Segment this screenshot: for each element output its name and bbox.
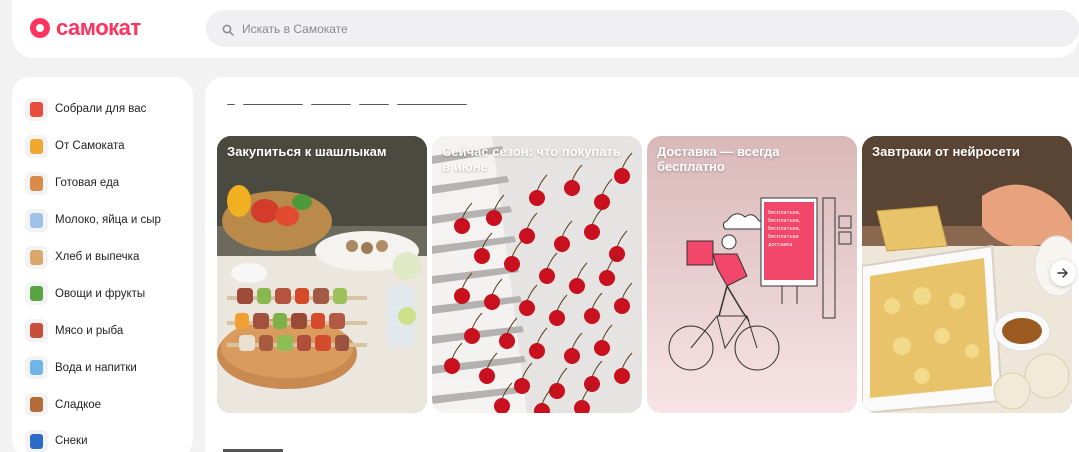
- sidebar-item-label: Снеки: [55, 435, 88, 448]
- sidebar-item[interactable]: Сладкое: [12, 386, 193, 423]
- carousel-next-button[interactable]: [1050, 260, 1076, 286]
- ready-meal-icon: [25, 171, 48, 195]
- bbq-image: [217, 136, 427, 413]
- snacks-icon: [25, 429, 48, 452]
- sidebar-item[interactable]: Готовая еда: [12, 165, 193, 202]
- section-heading-cut-bottom: [223, 445, 293, 452]
- sidebar-item-label: Готовая еда: [55, 177, 120, 190]
- sidebar-item[interactable]: Собрали для вас: [12, 91, 193, 128]
- section-heading-cut: [227, 95, 477, 105]
- story-title: Доставка — всегда бесплатно: [657, 144, 780, 174]
- sidebar-item-label: Хлеб и выпечка: [55, 251, 140, 263]
- meat-icon: [25, 319, 48, 343]
- svg-text:бесплатная,: бесплатная,: [768, 226, 801, 232]
- svg-text:доставка: доставка: [768, 242, 792, 248]
- sidebar-item[interactable]: Овощи и фрукты: [12, 275, 193, 312]
- sidebar-item-label: Сладкое: [55, 398, 102, 411]
- sidebar-item[interactable]: Снеки: [12, 423, 193, 452]
- story-title: Закупиться к шашлыкам: [227, 144, 387, 159]
- bread-icon: [25, 245, 48, 269]
- logo-icon: [30, 18, 50, 38]
- delivery-illustration: бесплатная, бесплатная, бесплатная, бесплат…: [647, 136, 857, 413]
- brand-name: самокат: [56, 15, 141, 40]
- category-sidebar: Собрали для вас От Самоката Готовая еда Мол…: [12, 77, 193, 452]
- sidebar-item[interactable]: Хлеб и выпечка: [12, 239, 193, 276]
- dairy-icon: [25, 208, 48, 232]
- search-icon: [222, 23, 234, 36]
- sidebar-item[interactable]: Молоко, яйца и сыр: [12, 202, 193, 239]
- sidebar-item-label: Молоко, яйца и сыр: [55, 214, 161, 227]
- story-title: Сейчас сезон: что покупать в июне: [442, 144, 621, 174]
- sidebar-item-label: Мясо и рыба: [55, 324, 124, 337]
- story-title: Завтраки от нейросети: [872, 144, 1020, 159]
- own-brand-icon: [25, 134, 48, 158]
- sidebar-item-label: Овощи и фрукты: [55, 287, 146, 300]
- search-input[interactable]: [242, 21, 842, 36]
- search-bar[interactable]: [206, 10, 1079, 47]
- sidebar-item-label: Собрали для вас: [55, 103, 147, 116]
- svg-text:бесплатная,: бесплатная,: [768, 218, 801, 224]
- story-card-free-delivery[interactable]: бесплатная, бесплатная, бесплатная, бесплат…: [647, 136, 857, 413]
- breakfast-image: [862, 136, 1072, 413]
- story-card-bbq[interactable]: Закупиться к шашлыкам: [217, 136, 427, 413]
- story-card-season[interactable]: Сейчас сезон: что покупать в июне: [432, 136, 642, 413]
- sidebar-item-label: От Самоката: [55, 140, 125, 153]
- sidebar-item-label: Вода и напитки: [55, 361, 137, 374]
- svg-text:бесплатная: бесплатная: [768, 234, 799, 240]
- cherries-image: [432, 136, 642, 413]
- story-card-breakfast[interactable]: Завтраки от нейросети: [862, 136, 1072, 413]
- sidebar-item[interactable]: От Самоката: [12, 128, 193, 165]
- collection-icon: [25, 97, 48, 121]
- sidebar-item[interactable]: Вода и напитки: [12, 349, 193, 386]
- main-content: Закупиться к шашлыкам Сейчас сезон: что …: [205, 77, 1079, 452]
- water-icon: [25, 356, 48, 380]
- header: самокат: [12, 0, 1079, 58]
- sweets-icon: [25, 393, 48, 417]
- sidebar-item[interactable]: Мясо и рыба: [12, 312, 193, 349]
- svg-text:бесплатная,: бесплатная,: [768, 210, 801, 216]
- arrow-right-icon: [1057, 268, 1068, 278]
- logo[interactable]: самокат: [30, 14, 141, 42]
- vegetables-icon: [25, 282, 48, 306]
